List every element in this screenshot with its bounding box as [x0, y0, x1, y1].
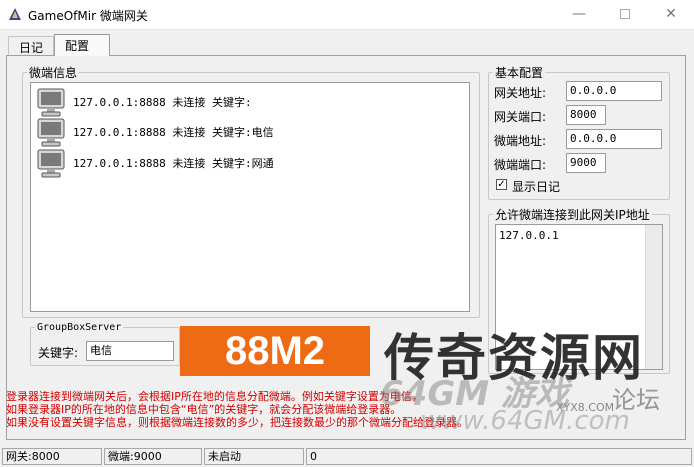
tab-config[interactable]: 配置 [54, 34, 110, 56]
status-state: 未启动 [204, 448, 304, 465]
maximize-button[interactable] [602, 0, 648, 30]
list-item-text: 127.0.0.1:8888 未连接 关键字: [73, 96, 252, 109]
gateway-port-label: 网关端口: [494, 110, 547, 124]
gateway-port-field[interactable]: 8000 [566, 105, 606, 125]
allowed-ip-scrollbar[interactable] [645, 225, 662, 369]
keyword-field[interactable]: 电信 [86, 341, 174, 361]
status-count: 0 [306, 448, 692, 465]
micro-port-field[interactable]: 9000 [566, 153, 606, 173]
list-item[interactable]: 127.0.0.1:8888 未连接 关键字: [35, 85, 252, 119]
basic-config-title: 基本配置 [495, 66, 544, 80]
keyword-label: 关键字: [38, 346, 79, 360]
status-gateway: 网关:8000 [2, 448, 102, 465]
minimize-button[interactable]: — [556, 0, 602, 30]
server-group-title: GroupBoxServer [37, 322, 122, 333]
info-line: 登录器连接到微端网关后，会根据IP所在地的信息分配微端。例如关键字设置为电信， [6, 390, 423, 403]
micro-addr-field[interactable]: 0.0.0.0 [566, 129, 662, 149]
info-text: 登录器连接到微端网关后，会根据IP所在地的信息分配微端。例如关键字设置为电信， … [6, 390, 476, 429]
close-button[interactable]: ✕ [648, 0, 694, 30]
micro-info-title: 微端信息 [29, 66, 78, 80]
allow-ip-title: 允许微端连接到此网关IP地址 [495, 208, 650, 222]
computer-icon [37, 149, 65, 178]
window-title: GameOfMir 微端网关 [28, 9, 148, 23]
gateway-addr-label: 网关地址: [494, 86, 547, 100]
app-icon [9, 8, 21, 20]
info-line: 如果没有设置关键字信息，则根据微端连接数的多少，把连接数最少的那个微端分配给登录… [6, 416, 468, 429]
list-item[interactable]: 127.0.0.1:8888 未连接 关键字:电信 [35, 115, 274, 149]
list-item-text: 127.0.0.1:8888 未连接 关键字:电信 [73, 126, 274, 139]
title-bar: GameOfMir 微端网关 — ✕ [0, 0, 694, 30]
show-log-label: 显示日记 [512, 180, 561, 194]
micro-list[interactable]: 127.0.0.1:8888 未连接 关键字: 127.0.0.1:8888 未… [30, 82, 470, 312]
micro-addr-label: 微端地址: [494, 134, 547, 148]
list-item[interactable]: 127.0.0.1:8888 未连接 关键字:网通 [35, 146, 274, 180]
status-bar: 网关:8000 微端:9000 未启动 0 [0, 446, 694, 467]
allowed-ip-list[interactable]: 127.0.0.1 [495, 224, 663, 370]
gateway-addr-field[interactable]: 0.0.0.0 [566, 81, 662, 101]
micro-port-label: 微端端口: [494, 158, 547, 172]
computer-icon [37, 88, 65, 117]
list-item-text: 127.0.0.1:8888 未连接 关键字:网通 [73, 157, 274, 170]
tab-log[interactable]: 日记 [8, 36, 54, 56]
allowed-ip-item: 127.0.0.1 [499, 229, 559, 242]
show-log-checkbox[interactable]: ✓ [496, 179, 507, 190]
maximize-icon [620, 9, 630, 19]
computer-icon [37, 118, 65, 147]
info-line: 如果登录器IP的所在地的信息中包含“电信”的关键字，就会分配该微端给登录器。 [6, 403, 402, 416]
status-micro: 微端:9000 [104, 448, 202, 465]
